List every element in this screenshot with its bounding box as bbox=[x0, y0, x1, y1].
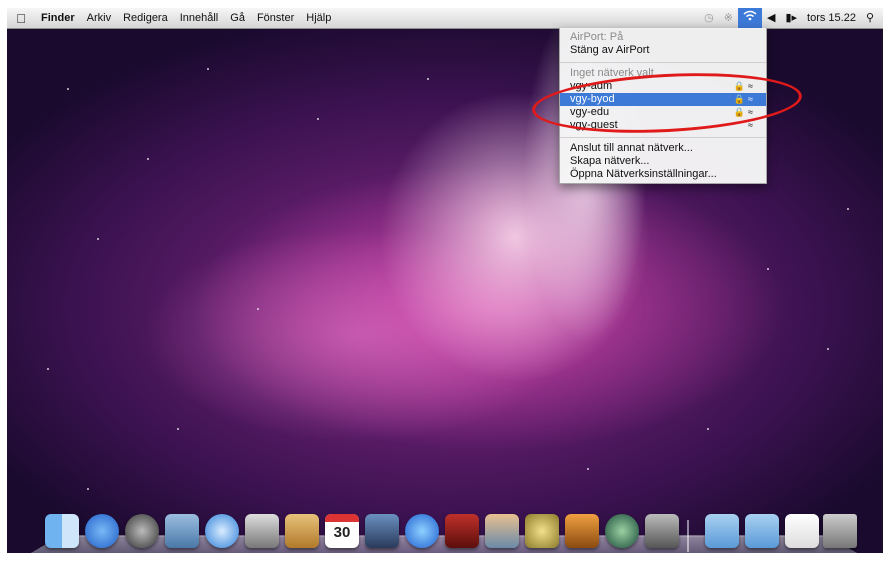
menu-finder[interactable]: Finder bbox=[35, 8, 81, 28]
menu-separator bbox=[560, 137, 766, 138]
menu-fonster[interactable]: Fönster bbox=[251, 8, 300, 28]
menu-hjalp[interactable]: Hjälp bbox=[300, 8, 337, 28]
open-network-preferences[interactable]: Öppna Nätverksinställningar... bbox=[560, 168, 766, 181]
menu-arkiv[interactable]: Arkiv bbox=[81, 8, 117, 28]
time-machine-icon[interactable]: ◷ bbox=[699, 8, 719, 28]
iphoto-icon[interactable] bbox=[485, 514, 519, 548]
itunes-icon[interactable] bbox=[405, 514, 439, 548]
imovie-icon[interactable] bbox=[525, 514, 559, 548]
wifi-icon[interactable] bbox=[737, 8, 762, 28]
menu-separator bbox=[560, 62, 766, 63]
dock-separator bbox=[687, 520, 689, 552]
garageband-icon[interactable] bbox=[565, 514, 599, 548]
battery-icon[interactable]: ▮▸ bbox=[780, 8, 802, 28]
finder-icon[interactable] bbox=[45, 514, 79, 548]
applications-folder-icon[interactable] bbox=[705, 514, 739, 548]
bluetooth-icon[interactable]: ※ bbox=[719, 8, 738, 28]
dock: 30 bbox=[45, 514, 857, 553]
mail-icon[interactable] bbox=[165, 514, 199, 548]
dashboard-icon[interactable] bbox=[125, 514, 159, 548]
airport-toggle[interactable]: Stäng av AirPort bbox=[560, 44, 766, 57]
airport-status: AirPort: På bbox=[570, 31, 624, 43]
time-machine-dock-icon[interactable] bbox=[605, 514, 639, 548]
safari-icon[interactable] bbox=[205, 514, 239, 548]
calendar-day: 30 bbox=[333, 524, 351, 541]
clock[interactable]: tors 15.22 bbox=[802, 8, 861, 28]
spotlight-icon[interactable]: ⚲ bbox=[861, 8, 879, 28]
trash-icon[interactable] bbox=[823, 514, 857, 548]
volume-icon[interactable]: ◀ bbox=[762, 8, 780, 28]
menu-redigera[interactable]: Redigera bbox=[117, 8, 174, 28]
menu-innehall[interactable]: Innehåll bbox=[174, 8, 225, 28]
join-other-network[interactable]: Anslut till annat nätverk... bbox=[560, 142, 766, 155]
screen:  Finder Arkiv Redigera Innehåll Gå Föns… bbox=[7, 8, 883, 553]
system-preferences-icon[interactable] bbox=[645, 514, 679, 548]
photo-booth-icon[interactable] bbox=[365, 514, 399, 548]
menu-bar:  Finder Arkiv Redigera Innehåll Gå Föns… bbox=[7, 8, 883, 29]
documents-folder-icon[interactable] bbox=[745, 514, 779, 548]
app-store-icon[interactable] bbox=[85, 514, 119, 548]
facetime-icon[interactable] bbox=[245, 514, 279, 548]
downloads-stack-icon[interactable] bbox=[785, 514, 819, 548]
create-network[interactable]: Skapa nätverk... bbox=[560, 155, 766, 168]
apple-menu-icon[interactable]:  bbox=[7, 11, 35, 26]
address-book-icon[interactable] bbox=[285, 514, 319, 548]
status-menus: ◷ ※ ◀ ▮▸ tors 15.22 ⚲ bbox=[699, 8, 879, 28]
ical-icon[interactable]: 30 bbox=[325, 514, 359, 548]
menu-ga[interactable]: Gå bbox=[224, 8, 251, 28]
dvd-player-icon[interactable] bbox=[445, 514, 479, 548]
